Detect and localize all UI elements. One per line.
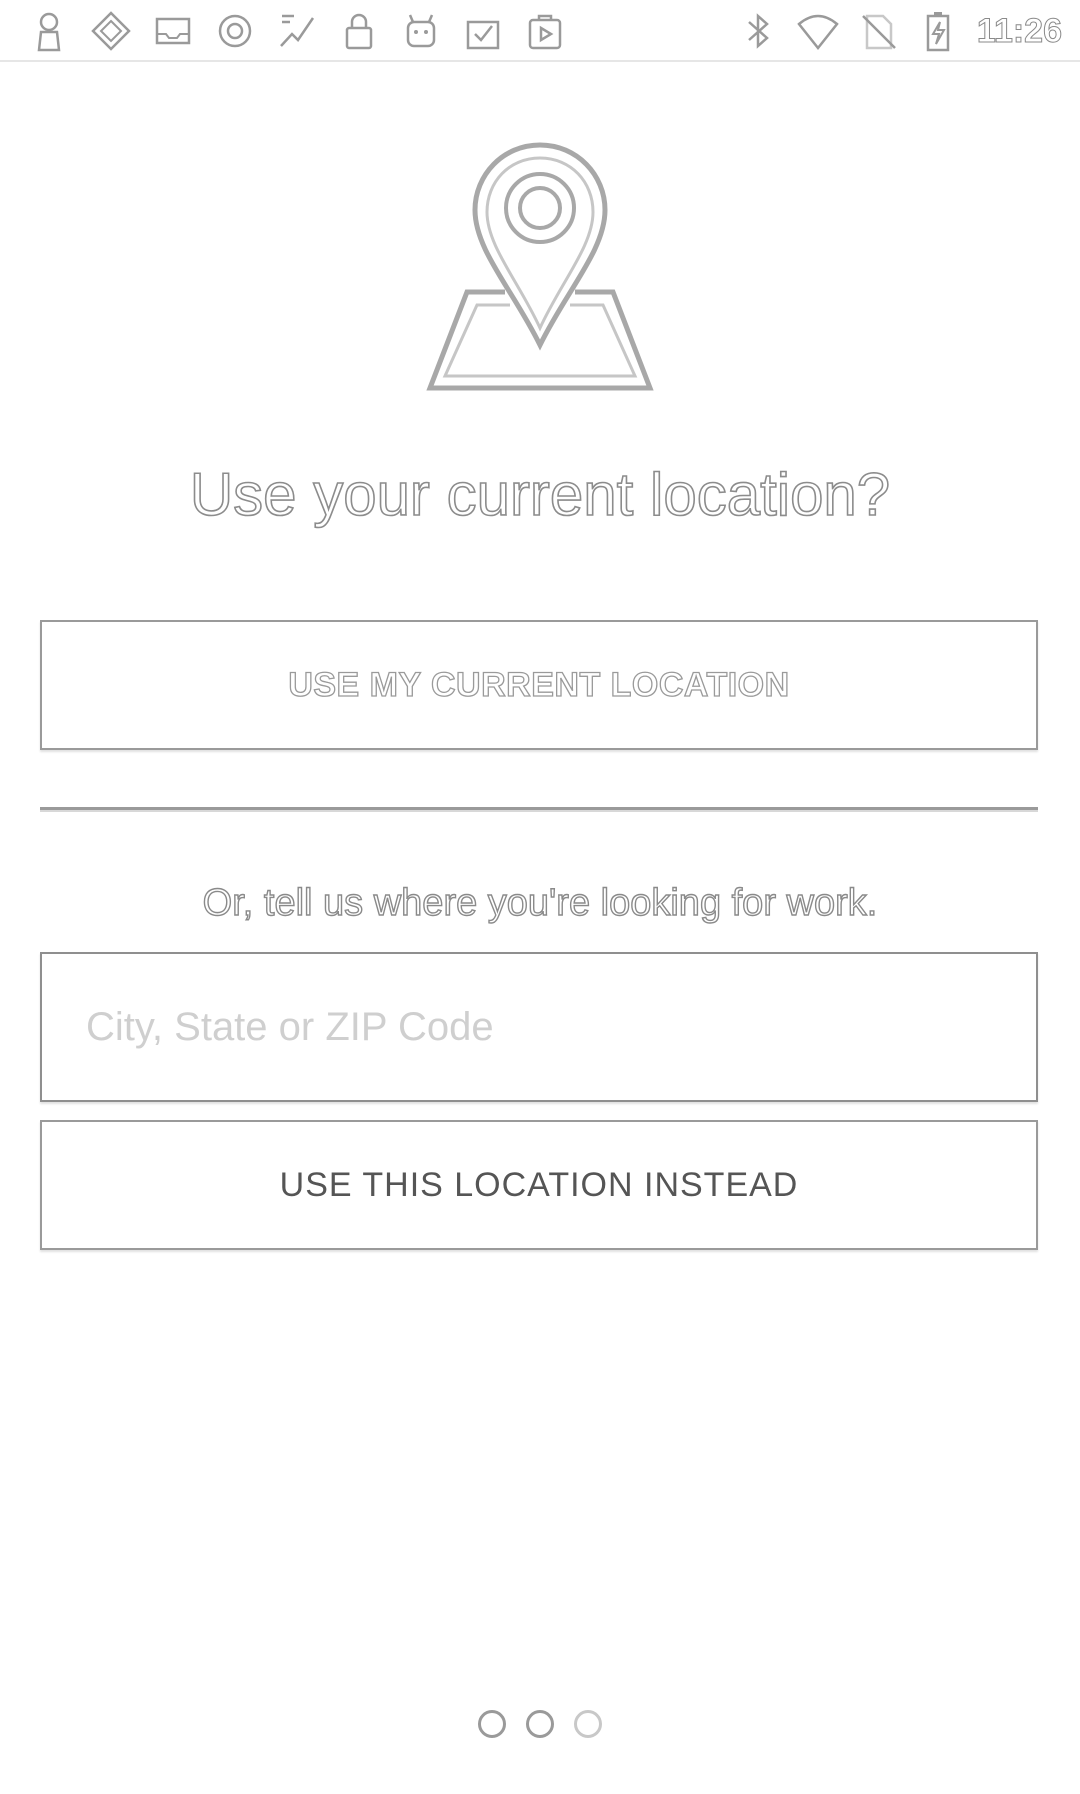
inbox-icon <box>152 10 194 52</box>
notification-icons <box>28 6 566 56</box>
clipboard-check-icon <box>462 10 504 52</box>
no-sim-icon <box>857 10 899 52</box>
wifi-icon <box>797 10 839 52</box>
use-this-location-button[interactable]: USE THIS LOCATION INSTEAD <box>40 1120 1038 1250</box>
page-indicator <box>0 1710 1080 1738</box>
location-pin-map-icon <box>425 140 655 395</box>
clock-time: 11:26 <box>976 11 1062 50</box>
bluetooth-icon <box>737 10 779 52</box>
location-input[interactable] <box>40 952 1038 1102</box>
alternative-prompt: Or, tell us where you're looking for wor… <box>202 881 878 924</box>
page-dot-active[interactable] <box>526 1710 554 1738</box>
divider <box>40 807 1038 810</box>
lock-icon <box>338 10 380 52</box>
use-current-location-button[interactable]: USE MY CURRENT LOCATION <box>40 620 1038 750</box>
play-store-icon <box>524 10 566 52</box>
system-icons: 11:26 <box>737 6 1063 56</box>
page-title: Use your current location? <box>189 460 891 529</box>
android-icon <box>400 10 442 52</box>
use-this-location-label: USE THIS LOCATION INSTEAD <box>279 1165 799 1204</box>
use-current-location-label: USE MY CURRENT LOCATION <box>288 665 790 704</box>
person-icon <box>28 10 70 52</box>
page-dot[interactable] <box>478 1710 506 1738</box>
page-dot[interactable] <box>574 1710 602 1738</box>
battery-charging-icon <box>917 10 959 52</box>
circle-o-icon <box>214 10 256 52</box>
status-bar: 11:26 <box>0 0 1080 62</box>
map-edit-icon <box>276 10 318 52</box>
diamond-icon <box>90 10 132 52</box>
